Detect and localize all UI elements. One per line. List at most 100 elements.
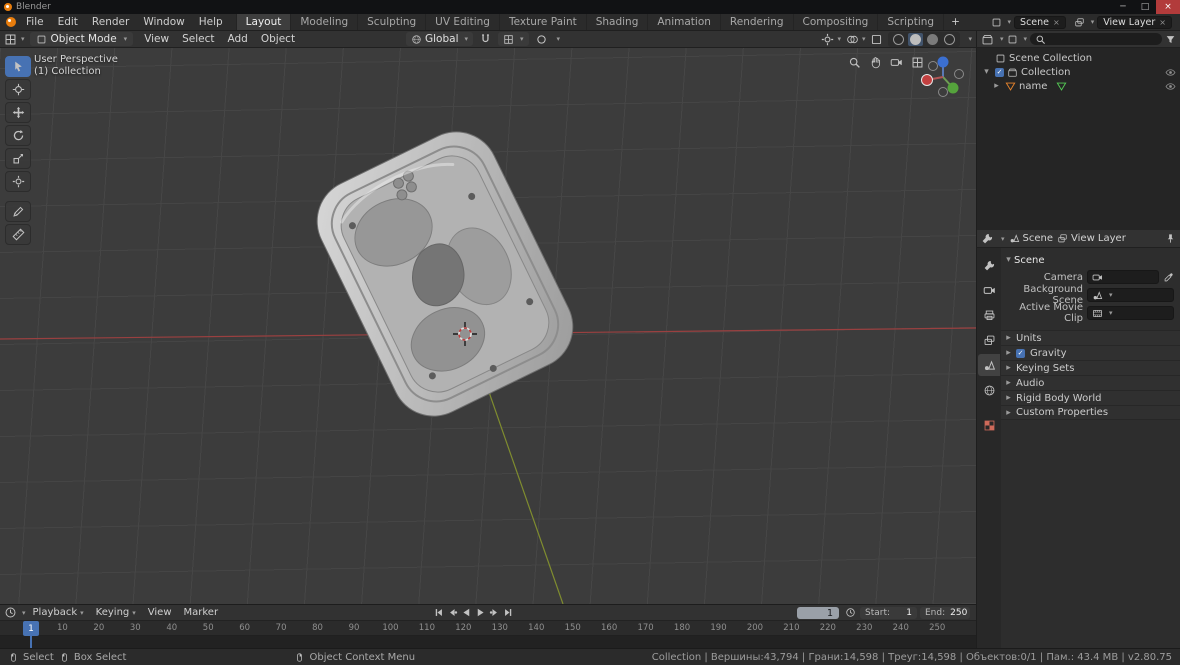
overlays-toggle[interactable]: ▾ (846, 33, 865, 46)
viewport-3d[interactable]: User Perspective (1) Collection (0, 48, 976, 604)
menu-help[interactable]: Help (192, 14, 230, 30)
jump-to-end-button[interactable] (502, 606, 515, 619)
properties-editor-icon[interactable] (981, 232, 994, 245)
menu-keying[interactable]: Keying ▾ (91, 607, 141, 618)
close-button[interactable]: × (1156, 0, 1180, 14)
current-frame-field[interactable]: 1 (797, 607, 839, 619)
axis-x-neg-icon[interactable] (954, 69, 964, 79)
next-keyframe-button[interactable] (488, 606, 501, 619)
pan-button[interactable] (867, 54, 883, 70)
eyedropper-icon[interactable] (1163, 272, 1174, 283)
scene-browse-icon[interactable] (991, 17, 1002, 28)
outliner-row-scene-collection[interactable]: ▾ Scene Collection (977, 51, 1180, 65)
collection-checkbox[interactable]: ✓ (995, 67, 1004, 77)
shading-dropdown-icon[interactable]: ▾ (968, 35, 972, 43)
view-layer-field[interactable]: View Layer × (1097, 15, 1172, 29)
axis-z-icon[interactable] (937, 56, 949, 68)
rotate-tool[interactable] (5, 125, 31, 146)
move-tool[interactable] (5, 102, 31, 123)
minimize-button[interactable]: ─ (1112, 0, 1134, 14)
snap-target-dropdown[interactable]: ▾ (498, 32, 529, 46)
gizmo-toggle[interactable]: ▾ (821, 33, 841, 46)
timeline-ruler[interactable]: 1 11020304050607080901001101201301401501… (0, 621, 976, 636)
xray-toggle-icon[interactable] (870, 33, 883, 46)
scale-tool[interactable] (5, 148, 31, 169)
snap-magnet-icon[interactable] (479, 33, 492, 46)
breadcrumb-scene[interactable]: Scene (1009, 233, 1053, 244)
audio-section[interactable]: ▸ Audio (1001, 375, 1180, 390)
auto-keying-icon[interactable] (845, 607, 856, 618)
shading-rendered-button[interactable] (942, 33, 957, 46)
unlink-scene-icon[interactable]: × (1053, 18, 1060, 27)
menu-edit[interactable]: Edit (51, 14, 85, 30)
eye-icon[interactable] (1165, 81, 1176, 92)
tab-compositing[interactable]: Compositing (792, 14, 878, 30)
rigid-body-world-section[interactable]: ▸ Rigid Body World (1001, 390, 1180, 405)
camera-view-button[interactable] (888, 54, 904, 70)
view-layer-tab[interactable] (978, 329, 1000, 351)
tab-rendering[interactable]: Rendering (719, 14, 793, 30)
tab-uv-editing[interactable]: UV Editing (425, 14, 499, 30)
timeline-track[interactable] (0, 636, 976, 648)
custom-properties-section[interactable]: ▸ Custom Properties (1001, 405, 1180, 420)
outliner-editor-icon[interactable] (981, 33, 994, 46)
menu-window[interactable]: Window (136, 14, 191, 30)
maximize-button[interactable]: □ (1134, 0, 1156, 14)
tab-scripting[interactable]: Scripting (877, 14, 943, 30)
tab-sculpting[interactable]: Sculpting (357, 14, 425, 30)
tab-modeling[interactable]: Modeling (290, 14, 357, 30)
world-tab[interactable] (978, 379, 1000, 401)
shading-wireframe-button[interactable] (891, 33, 906, 46)
texture-tab[interactable] (978, 414, 1000, 436)
outliner-row-object[interactable]: ▸ name (977, 79, 1180, 93)
axis-z-neg-icon[interactable] (938, 87, 948, 97)
pin-icon[interactable] (1165, 233, 1176, 244)
menu-view[interactable]: View (138, 33, 175, 45)
axis-y-icon[interactable] (947, 82, 959, 94)
transform-tool[interactable] (5, 171, 31, 192)
jump-to-start-button[interactable] (432, 606, 445, 619)
frame-end-field[interactable]: End: 250 (920, 607, 970, 619)
navigation-gizmo[interactable] (916, 50, 968, 102)
play-reverse-button[interactable] (460, 606, 473, 619)
annotate-tool[interactable] (5, 201, 31, 222)
menu-playback[interactable]: Playback ▾ (28, 607, 89, 618)
expand-icon[interactable]: ▾ (981, 67, 992, 77)
proportional-editing-icon[interactable] (535, 33, 548, 46)
mode-dropdown[interactable]: Object Mode ▾ (29, 32, 134, 46)
editor-type-icon[interactable] (4, 33, 17, 46)
background-scene-field[interactable]: ▾ (1087, 288, 1174, 302)
shading-solid-button[interactable] (908, 32, 924, 46)
camera-field[interactable] (1087, 270, 1159, 284)
shading-material-button[interactable] (925, 33, 940, 46)
breadcrumb-view-layer[interactable]: View Layer (1057, 233, 1126, 244)
outliner-row-collection[interactable]: ▾ ✓ Collection (977, 65, 1180, 79)
scene-name-field[interactable]: Scene × (1014, 15, 1066, 29)
scene-tab[interactable] (978, 354, 1000, 376)
scene-section-header[interactable]: ▾ Scene (1003, 252, 1174, 268)
tab-shading[interactable]: Shading (585, 14, 648, 30)
units-section[interactable]: ▸ Units (1001, 330, 1180, 345)
active-movie-clip-field[interactable]: ▾ (1087, 306, 1174, 320)
play-button[interactable] (474, 606, 487, 619)
menu-select[interactable]: Select (176, 33, 220, 45)
cursor-tool[interactable] (5, 79, 31, 100)
eye-icon[interactable] (1165, 67, 1176, 78)
select-box-tool[interactable] (5, 56, 31, 77)
keying-sets-section[interactable]: ▸ Keying Sets (1001, 360, 1180, 375)
axis-y-neg-icon[interactable] (928, 61, 938, 71)
orientation-dropdown[interactable]: Global ▾ (406, 32, 474, 46)
blender-menu-icon[interactable] (6, 17, 16, 27)
output-tab[interactable] (978, 304, 1000, 326)
menu-object[interactable]: Object (255, 33, 301, 45)
model-hot-tub[interactable] (303, 118, 587, 430)
measure-tool[interactable] (5, 224, 31, 245)
zoom-button[interactable] (846, 54, 862, 70)
gravity-section[interactable]: ▸ ✓ Gravity (1001, 345, 1180, 360)
prev-keyframe-button[interactable] (446, 606, 459, 619)
render-tab[interactable] (978, 279, 1000, 301)
view-layer-icon[interactable] (1074, 17, 1085, 28)
filter-icon[interactable] (1165, 34, 1176, 45)
timeline-editor-icon[interactable] (4, 606, 17, 619)
outliner-search-field[interactable] (1030, 33, 1162, 45)
